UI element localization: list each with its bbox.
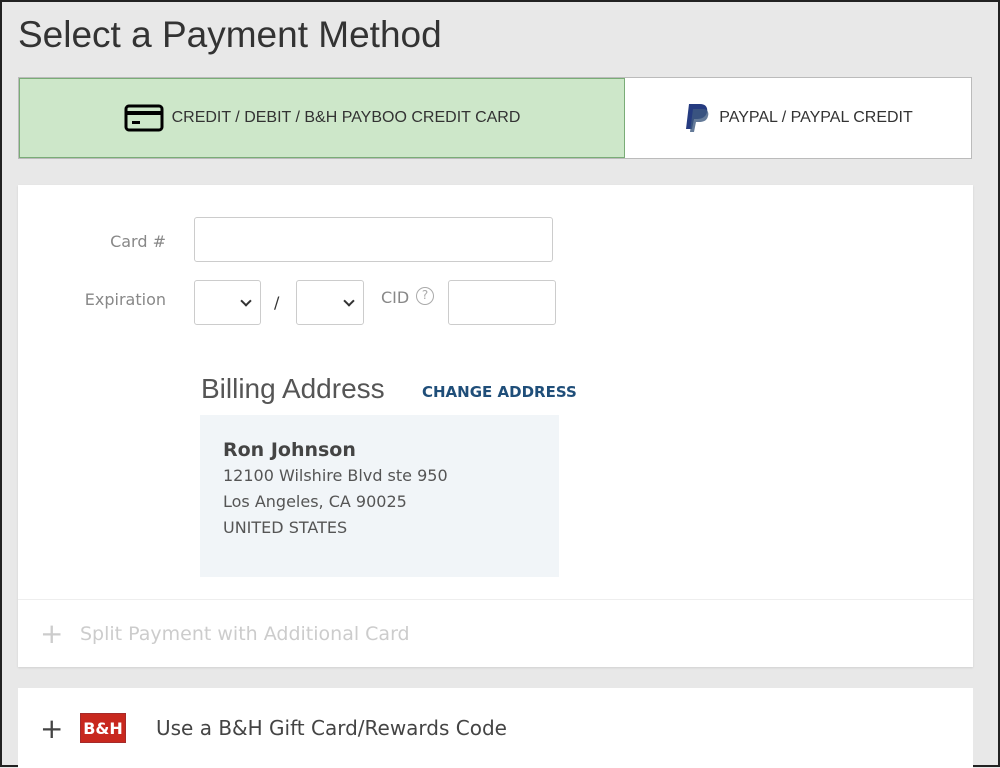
split-payment-row[interactable]: + Split Payment with Additional Card <box>18 599 973 667</box>
credit-card-icon <box>124 104 164 132</box>
plus-icon: + <box>40 617 64 650</box>
plus-icon: + <box>40 711 64 745</box>
tab-credit-card[interactable]: CREDIT / DEBIT / B&H PAYBOO CREDIT CARD <box>19 78 625 158</box>
paypal-icon <box>686 104 709 132</box>
split-payment-label: Split Payment with Additional Card <box>80 622 410 645</box>
payment-tabs: CREDIT / DEBIT / B&H PAYBOO CREDIT CARD … <box>18 77 972 159</box>
card-number-label: Card # <box>110 232 166 251</box>
tab-paypal[interactable]: PAYPAL / PAYPAL CREDIT <box>625 78 971 158</box>
help-icon[interactable]: ? <box>416 287 434 305</box>
bh-logo: B&H <box>80 713 126 743</box>
tab-label: PAYPAL / PAYPAL CREDIT <box>719 109 913 126</box>
expiration-label: Expiration <box>84 290 166 309</box>
change-address-link[interactable]: CHANGE ADDRESS <box>422 383 577 401</box>
billing-name: Ron Johnson <box>223 439 356 461</box>
billing-heading: Billing Address <box>201 373 385 404</box>
slash: / <box>274 293 280 312</box>
gift-card-label: Use a B&H Gift Card/Rewards Code <box>156 716 507 740</box>
cid-input[interactable] <box>448 280 556 325</box>
expiration-year-select[interactable] <box>296 280 364 325</box>
expiration-month-select[interactable] <box>194 280 261 325</box>
card-number-input[interactable] <box>194 217 553 262</box>
page-title: Select a Payment Method <box>18 14 442 55</box>
cid-label: CID <box>381 288 410 307</box>
card-form-panel: Card # Expiration / CID ? Billing Addres… <box>18 185 973 667</box>
billing-address-box: Ron Johnson 12100 Wilshire Blvd ste 950 … <box>200 415 559 577</box>
address-country: UNITED STATES <box>223 518 348 537</box>
gift-card-row[interactable]: + B&H Use a B&H Gift Card/Rewards Code <box>18 688 973 768</box>
tab-label: CREDIT / DEBIT / B&H PAYBOO CREDIT CARD <box>171 109 521 126</box>
address-line1: 12100 Wilshire Blvd ste 950 <box>223 466 448 485</box>
address-line2: Los Angeles, CA 90025 <box>223 492 407 511</box>
